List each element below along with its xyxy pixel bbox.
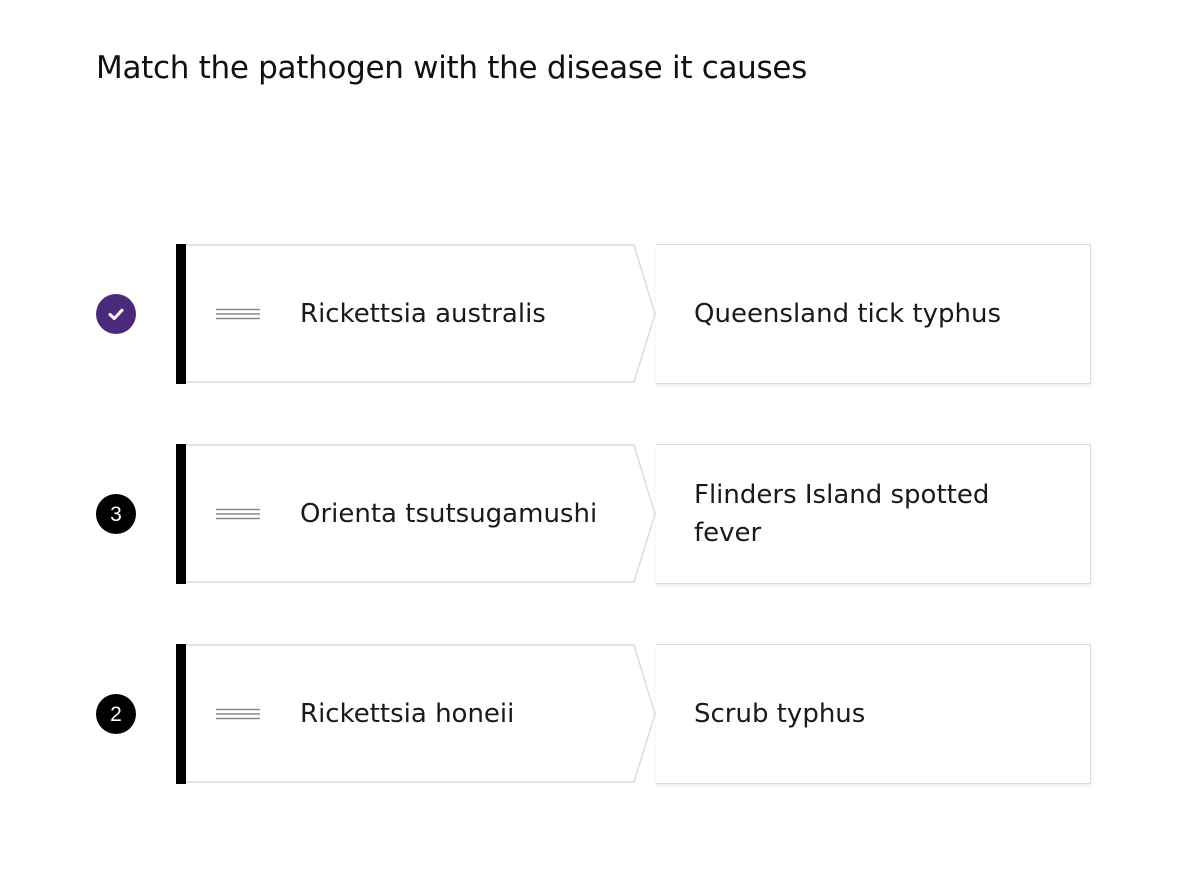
match-row: 2 Rickettsia honeii Scrub typhus (0, 644, 1188, 784)
disease-label: Scrub typhus (694, 699, 866, 729)
drag-handle-icon[interactable] (216, 506, 260, 522)
match-number: 3 (110, 502, 122, 526)
drag-handle-icon[interactable] (216, 706, 260, 722)
match-number-badge: 2 (96, 694, 136, 734)
pathogen-label: Orienta tsutsugamushi (300, 499, 598, 529)
pathogen-draggable[interactable]: Orienta tsutsugamushi (176, 444, 657, 584)
pathogen-draggable[interactable]: Rickettsia australis (176, 244, 657, 384)
match-list: Rickettsia australis Queensland tick typ… (0, 0, 1188, 890)
drag-handle-icon[interactable] (216, 306, 260, 322)
pathogen-label: Rickettsia australis (300, 299, 546, 329)
pathogen-label: Rickettsia honeii (300, 699, 515, 729)
check-icon (108, 308, 124, 320)
match-row: Rickettsia australis Queensland tick typ… (0, 244, 1188, 384)
match-row: 3 Orienta tsutsugamushi Flinders Island … (0, 444, 1188, 584)
pathogen-draggable[interactable]: Rickettsia honeii (176, 644, 657, 784)
correct-status-badge (96, 294, 136, 334)
match-number: 2 (110, 702, 122, 726)
disease-label: Flinders Island spotted fever (694, 480, 990, 548)
match-number-badge: 3 (96, 494, 136, 534)
disease-label: Queensland tick typhus (694, 299, 1001, 329)
